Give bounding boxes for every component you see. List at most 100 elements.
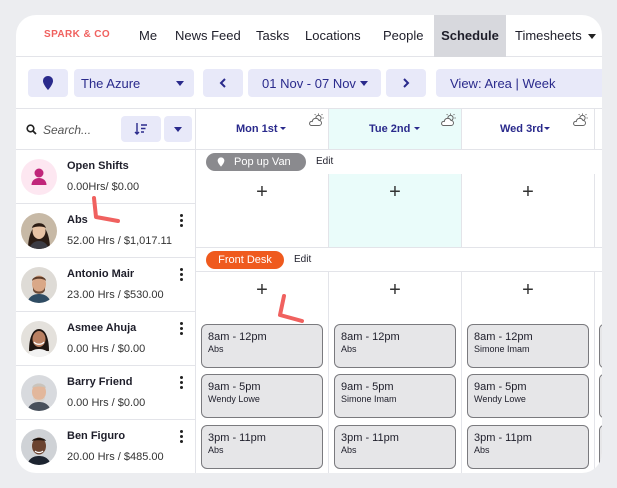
day-header-partial <box>595 109 602 150</box>
open-cell-tue[interactable]: + <box>329 174 462 248</box>
shift-time: 8am - 12pm <box>208 331 267 343</box>
avatar <box>21 213 57 249</box>
brand-logo[interactable]: SPARK & CO <box>44 29 110 40</box>
employee-row-antonio-mair[interactable]: Antonio Mair 23.00 Hrs / $530.00 <box>16 258 196 312</box>
shift-employee: Abs <box>341 344 357 354</box>
nav-tasks[interactable]: Tasks <box>256 15 289 57</box>
employee-hours: 52.00 Hrs / $1,017.11 <box>67 235 172 247</box>
open-cell-mon[interactable]: + <box>196 174 329 248</box>
shift-employee: Abs <box>341 445 357 455</box>
shift-time: 9am - 5pm <box>208 381 261 393</box>
schedule-grid: Mon 1st Tue 2nd Wed 3rd Pop up Van Edit … <box>196 109 602 473</box>
area-tag-front-desk[interactable]: Front Desk <box>206 251 284 269</box>
chevron-left-icon <box>219 78 226 88</box>
cloud-sun-icon <box>441 113 456 126</box>
add-shift-icon[interactable]: + <box>518 280 538 300</box>
nav-schedule[interactable]: Schedule <box>434 15 506 57</box>
shift-employee: Simone Imam <box>474 344 530 354</box>
nav-me[interactable]: Me <box>139 15 157 57</box>
filter-dropdown-button[interactable] <box>164 116 192 142</box>
employee-row-asmee-ahuja[interactable]: Asmee Ahuja 0.00 Hrs / $0.00 <box>16 312 196 366</box>
shift-card[interactable]: 8am - 12pm Abs <box>201 324 323 368</box>
top-nav: SPARK & CO Me News Feed Tasks Locations … <box>16 15 602 57</box>
shift-card[interactable]: 9am - 5pm Wendy Lowe <box>201 374 323 418</box>
area-row-pop-up-van: Pop up Van Edit <box>196 150 602 174</box>
employee-name: Open Shifts <box>67 160 129 172</box>
shift-time: 3pm - 11pm <box>208 432 266 444</box>
add-shift-icon[interactable]: + <box>252 280 272 300</box>
shift-employee: Simone Imam <box>341 394 397 404</box>
day-header-mon[interactable]: Mon 1st <box>196 109 329 150</box>
date-range-value: 01 Nov - 07 Nov <box>262 76 356 91</box>
location-pin-button[interactable] <box>28 69 68 97</box>
more-options-icon[interactable] <box>176 429 186 445</box>
employee-hours: 23.00 Hrs / $530.00 <box>67 289 164 301</box>
shift-card-partial <box>599 374 602 418</box>
more-options-icon[interactable] <box>176 213 186 229</box>
employee-hours: 0.00 Hrs / $0.00 <box>67 397 146 409</box>
employee-row-barry-friend[interactable]: Barry Friend 0.00 Hrs / $0.00 <box>16 366 196 420</box>
area-tag-label: Pop up Van <box>234 156 291 168</box>
employee-hours: 0.00Hrs/ $0.00 <box>67 181 140 193</box>
search-icon <box>26 124 37 135</box>
employee-name: Barry Friend <box>67 376 133 388</box>
shift-card[interactable]: 8am - 12pm Abs <box>334 324 456 368</box>
next-week-button[interactable] <box>386 69 426 97</box>
location-select-value: The Azure <box>81 76 141 91</box>
search-row: Search... <box>16 109 196 150</box>
nav-people[interactable]: People <box>383 15 423 57</box>
map-pin-icon <box>43 76 53 90</box>
chevron-down-icon <box>280 127 286 130</box>
shift-card[interactable]: 9am - 5pm Simone Imam <box>334 374 456 418</box>
shift-time: 8am - 12pm <box>341 331 400 343</box>
day-header-wed[interactable]: Wed 3rd <box>462 109 595 150</box>
shift-time: 3pm - 11pm <box>474 432 532 444</box>
sort-button[interactable] <box>121 116 161 142</box>
shift-card[interactable]: 3pm - 11pm Abs <box>467 425 589 469</box>
shift-employee: Abs <box>474 445 490 455</box>
add-shift-icon[interactable]: + <box>252 182 272 202</box>
sort-icon <box>134 123 147 135</box>
chevron-right-icon <box>403 78 410 88</box>
more-options-icon[interactable] <box>176 321 186 337</box>
shift-employee: Wendy Lowe <box>208 394 260 404</box>
employee-row-ben-figuro[interactable]: Ben Figuro 20.00 Hrs / $485.00 <box>16 420 196 473</box>
shift-card[interactable]: 3pm - 11pm Abs <box>334 425 456 469</box>
more-options-icon[interactable] <box>176 375 186 391</box>
shift-card[interactable]: 3pm - 11pm Abs <box>201 425 323 469</box>
shift-employee: Wendy Lowe <box>474 394 526 404</box>
shift-time: 9am - 5pm <box>341 381 394 393</box>
nav-locations[interactable]: Locations <box>305 15 361 57</box>
nav-timesheets[interactable]: Timesheets <box>515 15 596 57</box>
add-shift-icon[interactable]: + <box>385 182 405 202</box>
open-cell-wed[interactable]: + <box>462 174 595 248</box>
location-select[interactable]: The Azure <box>74 69 194 97</box>
nav-news-feed[interactable]: News Feed <box>175 15 241 57</box>
edit-area-link[interactable]: Edit <box>294 254 311 265</box>
chevron-down-icon <box>414 127 420 130</box>
edit-area-link[interactable]: Edit <box>316 156 333 167</box>
more-options-icon[interactable] <box>176 267 186 283</box>
cloud-sun-icon <box>573 113 588 126</box>
day-label: Wed 3rd <box>500 123 544 135</box>
date-range-select[interactable]: 01 Nov - 07 Nov <box>248 69 381 97</box>
area-tag-pop-up-van[interactable]: Pop up Van <box>206 153 306 171</box>
shift-card[interactable]: 9am - 5pm Wendy Lowe <box>467 374 589 418</box>
search-input[interactable]: Search... <box>43 123 91 137</box>
shift-card[interactable]: 8am - 12pm Simone Imam <box>467 324 589 368</box>
cloud-sun-icon <box>309 113 324 126</box>
add-shift-icon[interactable]: + <box>385 280 405 300</box>
view-select[interactable]: View: Area | Week <box>436 69 602 97</box>
prev-week-button[interactable] <box>203 69 243 97</box>
app-frame: SPARK & CO Me News Feed Tasks Locations … <box>16 15 602 473</box>
employee-name: Antonio Mair <box>67 268 135 280</box>
shift-employee: Abs <box>208 344 224 354</box>
day-label: Mon 1st <box>236 123 278 135</box>
avatar <box>21 429 57 465</box>
add-shift-icon[interactable]: + <box>518 182 538 202</box>
staff-sidebar: Search... Open Shifts 0.00Hrs/ $0.00 Abs… <box>16 109 196 473</box>
shift-time: 3pm - 11pm <box>341 432 399 444</box>
chevron-down-icon <box>174 127 182 132</box>
map-pin-icon <box>217 157 225 167</box>
day-header-tue[interactable]: Tue 2nd <box>329 109 462 150</box>
